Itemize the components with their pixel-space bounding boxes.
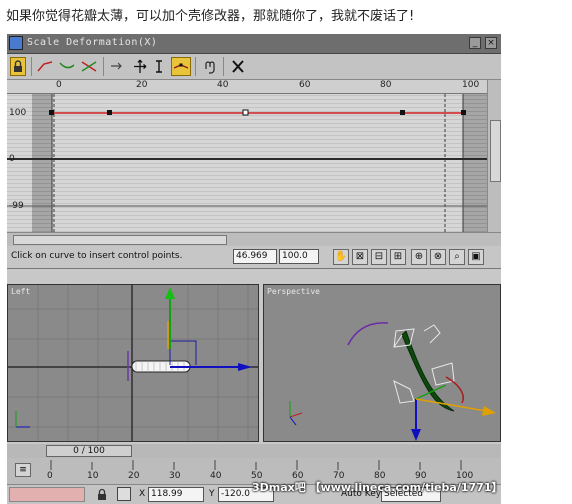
delete-icon[interactable] bbox=[229, 57, 247, 76]
zoom-extents-icon[interactable]: ⊠ bbox=[352, 249, 368, 265]
viewport-perspective[interactable]: Perspective bbox=[263, 284, 501, 442]
viewport-left[interactable]: Left bbox=[7, 284, 259, 442]
timeline-tick: 0 bbox=[47, 471, 53, 481]
y-axis-label: -99 bbox=[9, 201, 24, 211]
timeline-tick: 30 bbox=[169, 471, 181, 481]
move-icon[interactable] bbox=[131, 57, 149, 76]
control-point bbox=[400, 110, 405, 115]
time-slider[interactable]: 0 / 100 bbox=[46, 445, 132, 457]
ruler-label: 20 bbox=[136, 80, 148, 90]
zoom-region-icon[interactable]: ⊗ bbox=[430, 249, 446, 265]
control-point bbox=[49, 110, 54, 115]
scale-deformation-window: Scale Deformation(X) _ × 0 20 40 60 80 1… bbox=[7, 34, 501, 504]
deformation-graph[interactable]: 0 20 40 60 80 100 100 0 -99 bbox=[7, 80, 487, 232]
scale-icon[interactable] bbox=[151, 57, 167, 76]
value-field[interactable]: 100.0 bbox=[279, 249, 319, 264]
maxscript-listener[interactable] bbox=[9, 487, 85, 502]
ruler-label: 100 bbox=[462, 80, 480, 90]
magnify-icon[interactable]: ⌕ bbox=[449, 249, 465, 265]
zoom-fit-icon[interactable]: ▣ bbox=[468, 249, 484, 265]
control-point bbox=[107, 110, 112, 115]
x-coordinate-field[interactable]: 118.99 bbox=[148, 487, 204, 502]
ruler-label: 0 bbox=[56, 80, 62, 90]
curve-green-icon[interactable] bbox=[57, 57, 77, 76]
insert-point-icon[interactable] bbox=[171, 57, 191, 76]
close-button[interactable]: × bbox=[485, 37, 497, 49]
y-label: Y bbox=[209, 489, 215, 499]
horizontal-scrollbar[interactable] bbox=[7, 232, 501, 246]
deformation-toolbar bbox=[7, 54, 501, 80]
ruler-label: 80 bbox=[380, 80, 392, 90]
y-axis-label: 0 bbox=[9, 154, 15, 164]
status-message: Click on curve to insert control points. bbox=[11, 251, 183, 261]
title-bar: Scale Deformation(X) _ × bbox=[7, 34, 501, 54]
lock-icon[interactable] bbox=[10, 57, 26, 76]
mini-curve-icon[interactable]: ≡ bbox=[15, 463, 31, 477]
timeline-tick: 40 bbox=[210, 471, 222, 481]
watermark: 3Dmax吧 【www.lineca.com/tieba/1771】 bbox=[252, 481, 503, 494]
minimize-button[interactable]: _ bbox=[469, 37, 481, 49]
curve-both-icon[interactable] bbox=[79, 57, 99, 76]
absolute-mode-icon[interactable] bbox=[117, 487, 131, 501]
ruler-label: 40 bbox=[217, 80, 229, 90]
position-field[interactable]: 46.969 bbox=[233, 249, 277, 264]
scroll-thumb[interactable] bbox=[490, 120, 501, 182]
timeline-tick: 20 bbox=[128, 471, 140, 481]
control-point bbox=[461, 110, 466, 115]
y-axis-label: 100 bbox=[9, 108, 27, 118]
graph-canvas bbox=[7, 94, 487, 232]
ruler-label: 60 bbox=[299, 80, 311, 90]
app-icon bbox=[9, 36, 23, 50]
vertical-scrollbar[interactable] bbox=[487, 80, 501, 232]
zoom-horizontal-icon[interactable]: ⊟ bbox=[371, 249, 387, 265]
x-label: X bbox=[139, 489, 146, 499]
window-title: Scale Deformation(X) bbox=[27, 37, 158, 48]
zoom-vertical-icon[interactable]: ⊞ bbox=[390, 249, 406, 265]
scroll-thumb[interactable] bbox=[13, 235, 227, 245]
status-bar: Click on curve to insert control points.… bbox=[7, 246, 501, 269]
curve-red-icon[interactable] bbox=[35, 57, 55, 76]
post-caption: 如果你觉得花瓣太薄，可以加个壳修改器，那就随你了，我就不废话了! bbox=[6, 9, 415, 24]
swap-icon[interactable] bbox=[107, 57, 125, 76]
viewport-label: Left bbox=[11, 287, 31, 296]
reset-icon[interactable] bbox=[201, 57, 219, 76]
graph-ruler: 0 20 40 60 80 100 bbox=[7, 80, 487, 94]
viewport-label: Perspective bbox=[267, 287, 320, 296]
pan-icon[interactable]: ✋ bbox=[333, 249, 349, 265]
control-point bbox=[242, 109, 249, 116]
zoom-icon[interactable]: ⊕ bbox=[411, 249, 427, 265]
lock-selection-icon[interactable] bbox=[95, 487, 109, 502]
timeline-tick: 10 bbox=[87, 471, 99, 481]
